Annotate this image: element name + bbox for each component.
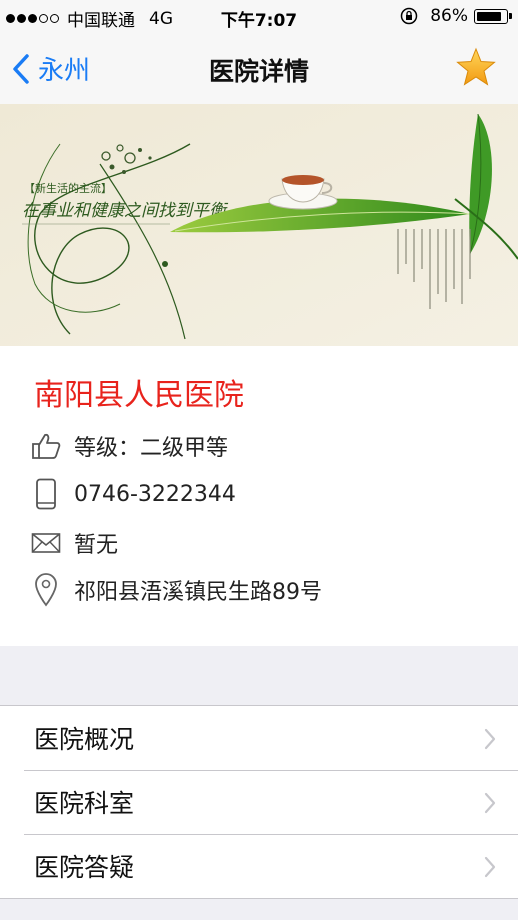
hospital-name: 南阳县人民医院	[34, 378, 244, 413]
chevron-left-icon	[13, 53, 29, 84]
orientation-lock-icon	[400, 7, 418, 25]
address-row[interactable]: 祁阳县浯溪镇民生路89号	[30, 573, 322, 607]
phone-row[interactable]: 0746-3222344	[30, 478, 236, 510]
network-type: 4G	[149, 8, 173, 29]
star-icon	[456, 47, 496, 86]
status-right: 86%	[400, 6, 512, 26]
chevron-right-icon	[484, 792, 496, 814]
back-button[interactable]: 永州	[12, 50, 90, 87]
chevron-right-icon	[484, 728, 496, 750]
address-text: 祁阳县浯溪镇民生路89号	[74, 580, 322, 605]
envelope-icon	[30, 527, 62, 559]
menu-item-departments[interactable]: 医院科室	[0, 770, 518, 834]
battery-percent: 86%	[430, 6, 468, 26]
menu-item-overview[interactable]: 医院概况	[0, 706, 518, 770]
hospital-menu-list: 医院概况 医院科室 医院答疑	[0, 705, 518, 899]
email-text: 暂无	[74, 533, 119, 558]
banner-slogan: 在事业和健康之间找到平衡	[22, 201, 229, 221]
navigation-bar: 永州 医院详情	[0, 34, 518, 105]
back-button-label: 永州	[38, 56, 91, 86]
grade-text: 等级：二级甲等	[74, 436, 229, 461]
favorite-button[interactable]	[456, 47, 496, 91]
banner-tag: 【新生活的主流】	[24, 181, 112, 195]
signal-strength-icon	[6, 14, 61, 23]
menu-item-label: 医院科室	[34, 789, 135, 818]
location-pin-icon	[30, 573, 62, 607]
status-left: 中国联通 4G	[6, 6, 173, 31]
phone-number: 0746-3222344	[74, 481, 236, 507]
thumbs-up-icon	[30, 430, 62, 462]
carrier-name: 中国联通	[67, 11, 135, 31]
phone-icon	[30, 478, 62, 510]
grade-row: 等级：二级甲等	[30, 430, 228, 462]
status-bar: 中国联通 4G 下午7:07 86%	[0, 0, 518, 34]
banner-artwork: 【新生活的主流】 在事业和健康之间找到平衡	[0, 104, 518, 346]
chevron-right-icon	[484, 856, 496, 878]
hospital-info-card: 南阳县人民医院 等级：二级甲等 0746-3222344 暂无 祁阳县浯溪镇民生…	[0, 346, 518, 646]
battery-icon	[474, 8, 512, 24]
hospital-banner-image: 【新生活的主流】 在事业和健康之间找到平衡	[0, 104, 518, 347]
menu-item-qa[interactable]: 医院答疑	[0, 834, 518, 898]
menu-item-label: 医院答疑	[34, 853, 135, 882]
menu-item-label: 医院概况	[34, 725, 135, 754]
email-row: 暂无	[30, 527, 118, 559]
